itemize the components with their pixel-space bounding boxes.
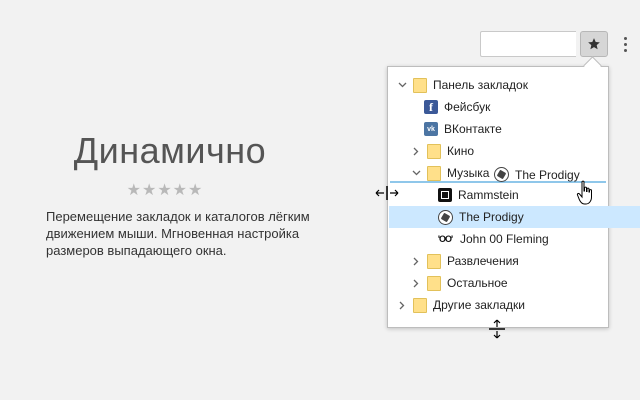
bookmark-star-button[interactable]: [580, 31, 608, 57]
folder-icon: [427, 253, 441, 269]
bookmark-vk[interactable]: vk ВКонтакте: [388, 118, 640, 140]
folder-label: Панель закладок: [433, 78, 528, 92]
bookmark-john-00-fleming[interactable]: 'OO' John 00 Fleming: [388, 228, 640, 250]
vk-icon: vk: [424, 122, 438, 136]
folder-label: Другие закладки: [433, 298, 525, 312]
feature-description: Перемещение закладок и каталогов лёгким …: [46, 209, 310, 258]
bookmark-label: Фейсбук: [444, 100, 491, 114]
bookmark-label: The Prodigy: [459, 210, 524, 224]
drag-ghost: The Prodigy: [494, 167, 580, 182]
bookmark-rammstein[interactable]: Rammstein: [388, 184, 640, 206]
folder-icon: [427, 165, 441, 181]
kebab-menu-icon[interactable]: [618, 33, 632, 55]
bookmark-prodigy[interactable]: The Prodigy: [389, 206, 640, 228]
vertical-resize-icon[interactable]: [489, 319, 505, 339]
folder-other-bookmarks[interactable]: Другие закладки: [388, 294, 617, 316]
folder-other[interactable]: Остальное: [388, 272, 631, 294]
folder-icon: [413, 77, 427, 93]
rammstein-icon: [438, 188, 452, 202]
prodigy-icon: [494, 167, 509, 182]
folder-icon: [427, 275, 441, 291]
hand-cursor-icon: [576, 180, 592, 205]
folder-icon: [427, 143, 441, 159]
bookmark-label: John 00 Fleming: [460, 232, 549, 246]
chevron-down-icon[interactable]: [411, 168, 421, 178]
bookmark-facebook[interactable]: f Фейсбук: [388, 96, 640, 118]
rating-stars: ★★★★★: [126, 182, 204, 199]
folder-label: Музыка: [447, 166, 490, 180]
folder-label: Остальное: [447, 276, 508, 290]
prodigy-icon: [438, 209, 453, 225]
folder-bookmarks-bar[interactable]: Панель закладок: [388, 74, 617, 96]
folder-label: Развлечения: [447, 254, 519, 268]
drag-ghost-label: The Prodigy: [515, 167, 580, 182]
page-title: Динамично: [73, 130, 267, 171]
address-bar[interactable]: [480, 31, 576, 57]
chevron-right-icon[interactable]: [411, 278, 421, 288]
bond-icon: 'OO': [437, 234, 453, 244]
chevron-right-icon[interactable]: [397, 300, 407, 310]
folder-icon: [413, 297, 427, 313]
horizontal-resize-icon[interactable]: [375, 186, 399, 200]
star-icon: [588, 38, 600, 50]
bookmark-label: ВКонтакте: [444, 122, 502, 136]
folder-label: Кино: [447, 144, 474, 158]
chevron-right-icon[interactable]: [411, 256, 421, 266]
folder-kino[interactable]: Кино: [388, 140, 631, 162]
facebook-icon: f: [424, 100, 438, 114]
chevron-down-icon[interactable]: [397, 80, 407, 90]
chevron-right-icon[interactable]: [411, 146, 421, 156]
bookmark-label: Rammstein: [458, 188, 519, 202]
folder-fun[interactable]: Развлечения: [388, 250, 631, 272]
